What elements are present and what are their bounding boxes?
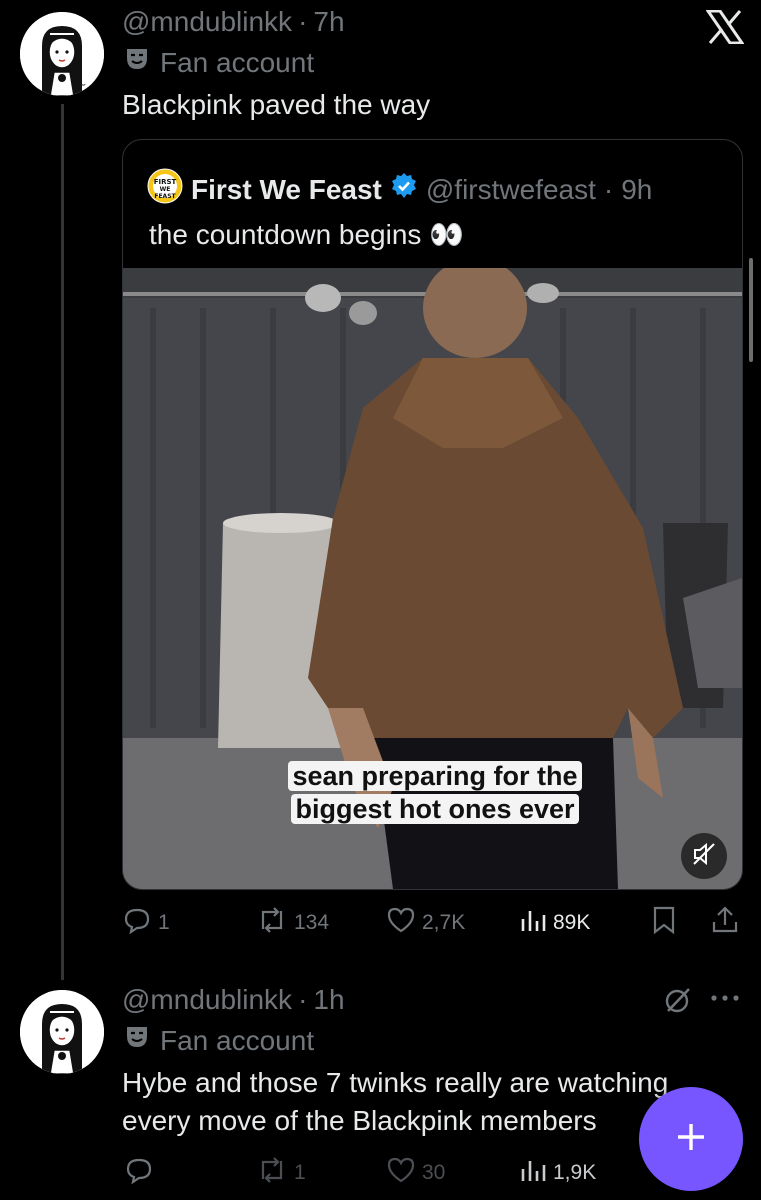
timestamp[interactable]: 7h — [313, 6, 344, 38]
author-handle[interactable]: @mndublinkk — [122, 6, 292, 38]
bookmark-button[interactable] — [650, 905, 678, 941]
svg-text:~: ~ — [78, 80, 86, 91]
avatar[interactable]: ~ — [20, 12, 104, 96]
like-button[interactable]: 30 — [386, 1155, 445, 1191]
fan-account-text: Fan account — [160, 46, 315, 78]
grok-button[interactable] — [662, 984, 694, 1021]
views-button[interactable]: 1,9K — [519, 1155, 596, 1191]
video-player[interactable]: sean preparing for the biggest hot ones … — [123, 268, 742, 889]
reply-icon — [122, 905, 152, 941]
reply-count: 1 — [158, 911, 170, 934]
fan-account-text: Fan account — [160, 1024, 315, 1056]
share-icon — [710, 905, 740, 941]
share-button[interactable] — [710, 905, 740, 941]
views-count: 89K — [553, 911, 591, 934]
tweet-text-line-1: Hybe and those 7 twinks really are watch… — [122, 1067, 669, 1098]
plus-icon — [673, 1119, 709, 1160]
separator-dot: · — [603, 173, 614, 205]
separator-dot: · — [298, 6, 308, 37]
views-button[interactable]: 89K — [519, 905, 590, 941]
repost-icon — [256, 1155, 288, 1191]
reply-button[interactable] — [124, 1155, 154, 1191]
avatar[interactable] — [20, 990, 104, 1074]
more-button[interactable] — [708, 986, 742, 1015]
caption-line-2: biggest hot ones ever — [291, 794, 579, 824]
bookmark-icon — [650, 905, 678, 941]
repost-button[interactable]: 134 — [256, 905, 329, 941]
caption-line-1: sean preparing for the — [288, 761, 582, 791]
tweet1-header: @mndublinkk · 7h — [122, 6, 345, 38]
quoted-author-name[interactable]: First We Feast — [191, 174, 382, 206]
quoted-avatar[interactable]: FIRST WE FEAST — [147, 168, 183, 211]
tweet2-header: @mndublinkk · 1h — [122, 984, 345, 1016]
verified-badge-icon — [390, 172, 418, 207]
more-icon — [708, 995, 742, 1014]
svg-text:FIRST: FIRST — [154, 178, 177, 186]
fan-account-label: Fan account — [124, 1024, 314, 1057]
timestamp[interactable]: 1h — [313, 984, 344, 1016]
like-icon — [386, 905, 416, 941]
tweet-text: Hybe and those 7 twinks really are watch… — [122, 1064, 722, 1140]
compose-button[interactable] — [639, 1087, 743, 1191]
reply-icon — [124, 1155, 154, 1191]
like-button[interactable]: 2,7K — [386, 905, 465, 941]
author-handle[interactable]: @mndublinkk — [122, 984, 292, 1016]
tweet-text: Blackpink paved the way — [122, 89, 431, 120]
quoted-tweet-header: FIRST WE FEAST First We Feast @firstwefe… — [147, 168, 652, 211]
repost-button[interactable]: 1 — [256, 1155, 306, 1191]
svg-text:WE: WE — [160, 186, 171, 193]
grok-icon — [662, 988, 694, 1020]
quoted-author-handle[interactable]: @firstwefeast — [426, 174, 596, 206]
theater-mask-icon — [124, 1024, 150, 1057]
video-caption: sean preparing for the biggest hot ones … — [260, 760, 610, 826]
repost-count: 1 — [294, 1161, 306, 1184]
quoted-tweet-card[interactable]: FIRST WE FEAST First We Feast @firstwefe… — [122, 139, 743, 890]
tweet-text-line-2: every move of the Blackpink members — [122, 1105, 597, 1136]
like-count: 30 — [422, 1161, 446, 1184]
theater-mask-icon — [124, 46, 150, 79]
views-count: 1,9K — [553, 1161, 597, 1184]
separator-dot: · — [298, 984, 308, 1015]
views-icon — [519, 1155, 547, 1191]
reply-button[interactable]: 1 — [122, 905, 170, 941]
mute-icon — [691, 841, 717, 872]
quoted-tweet-text: the countdown begins 👀 — [149, 219, 465, 250]
mute-button[interactable] — [681, 833, 727, 879]
like-count: 2,7K — [422, 911, 466, 934]
repost-count: 134 — [294, 911, 330, 934]
x-logo-icon[interactable] — [705, 9, 745, 49]
like-icon — [386, 1155, 416, 1191]
quoted-timestamp[interactable]: 9h — [621, 174, 652, 206]
scrollbar[interactable] — [749, 258, 753, 362]
fan-account-label: Fan account — [124, 46, 314, 79]
views-icon — [519, 905, 547, 941]
thread-line — [61, 104, 64, 980]
repost-icon — [256, 905, 288, 941]
svg-text:FEAST: FEAST — [154, 193, 176, 200]
